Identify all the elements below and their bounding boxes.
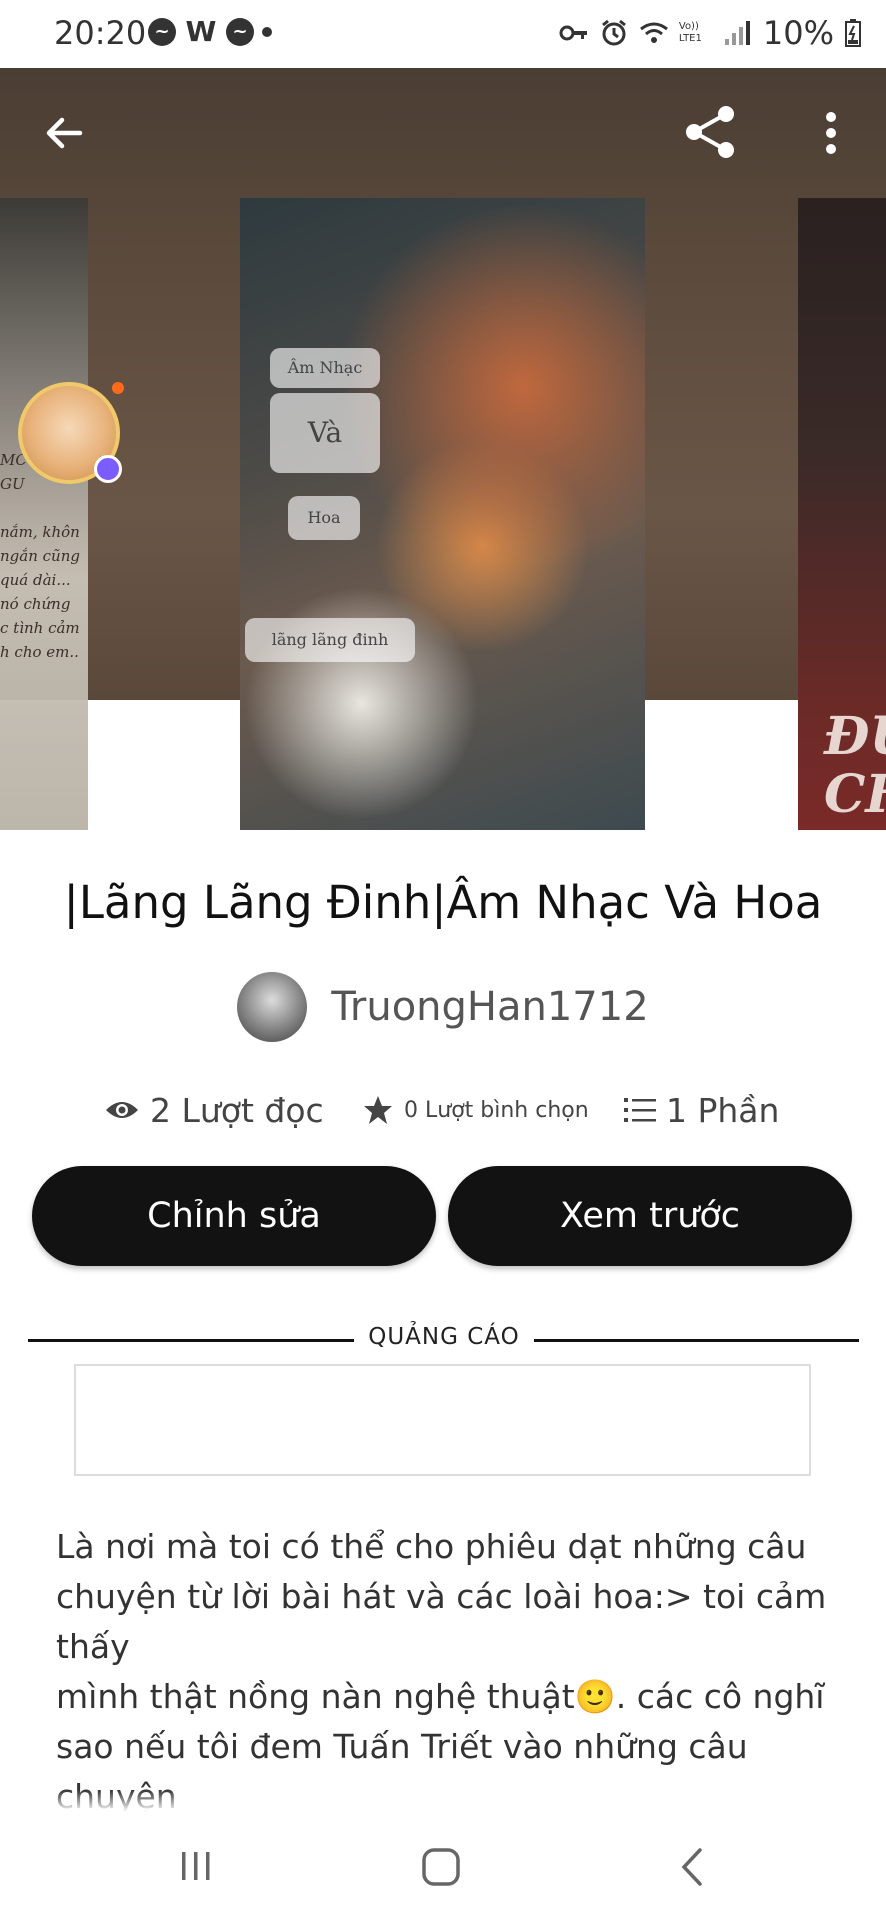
lte-label: Vo)) LTE1 [678, 21, 702, 44]
votes-count: 0 Lượt bình chọn [404, 1097, 589, 1123]
more-notifications-dot [262, 27, 272, 37]
parts-count: 1 Phần [666, 1090, 780, 1130]
reads-count: 2 Lượt đọc [150, 1090, 324, 1130]
next-story-cover[interactable]: ĐU CH [798, 198, 886, 830]
story-description: Là nơi mà toi có thể cho phiêu dạt những… [56, 1527, 827, 1812]
ad-divider-left [28, 1339, 354, 1342]
back-arrow-icon[interactable] [40, 108, 90, 158]
home-icon[interactable] [420, 1846, 462, 1888]
prev-story-cover[interactable]: MC GU nắm, khôn ngắn cũng quá dài... nó … [0, 198, 88, 830]
story-stats: 2 Lượt đọc 0 Lượt bình chọn 1 Phần [104, 1082, 804, 1138]
messenger-badge-icon [94, 455, 122, 483]
parts-stat: 1 Phần [624, 1082, 779, 1138]
battery-charging-icon [845, 19, 861, 47]
cover-title-line1: Âm Nhạc [270, 348, 380, 388]
ad-slot[interactable] [74, 1364, 811, 1476]
messenger-icon: ~ [226, 18, 254, 46]
nav-back-icon[interactable] [676, 1846, 706, 1888]
cover-title-line2: Và [270, 393, 380, 473]
author-row[interactable]: TruongHan1712 [0, 972, 886, 1042]
eye-icon [106, 1102, 138, 1118]
star-icon [364, 1096, 392, 1124]
status-time: 20:20 [54, 14, 147, 52]
more-vertical-icon[interactable] [816, 108, 846, 158]
list-icon [624, 1098, 656, 1122]
ad-label: QUẢNG CÁO [368, 1324, 520, 1350]
notification-icons: ~ W ~ [148, 18, 272, 46]
reads-stat: 2 Lượt đọc [104, 1082, 324, 1138]
system-status: Vo)) LTE1 10% [559, 14, 862, 52]
author-name[interactable]: TruongHan1712 [331, 984, 648, 1030]
story-cover[interactable]: Âm Nhạc Và Hoa lãng lãng đinh [240, 198, 645, 830]
description-fade [0, 1790, 886, 1812]
status-bar: 20:20 ~ W ~ Vo)) LTE1 10% [0, 0, 886, 68]
wifi-icon [639, 22, 668, 43]
recent-apps-icon[interactable] [178, 1848, 214, 1884]
cover-author-line: lãng lãng đinh [245, 618, 415, 662]
story-title: |Lãng Lãng Đinh|Âm Nhạc Và Hoa [63, 876, 823, 929]
vpn-key-icon [559, 25, 587, 41]
votes-stat: 0 Lượt bình chọn [362, 1082, 589, 1138]
messenger-icon: ~ [148, 18, 176, 46]
edit-button[interactable]: Chỉnh sửa [32, 1166, 436, 1266]
next-cover-text: ĐU CH [824, 706, 886, 825]
preview-button[interactable]: Xem trước [448, 1166, 852, 1266]
ad-divider-right [534, 1339, 859, 1342]
share-icon[interactable] [680, 102, 740, 162]
lte-signal-icon [724, 21, 750, 45]
alarm-icon [601, 19, 626, 46]
author-avatar[interactable] [237, 972, 308, 1042]
battery-percent: 10% [762, 14, 834, 52]
story-details-screen: 20:20 ~ W ~ Vo)) LTE1 10% MC GU nắm, khô… [0, 0, 886, 1920]
chat-head-unread-dot [112, 382, 124, 394]
cover-title-line3: Hoa [288, 496, 360, 540]
wattpad-icon: W [185, 15, 217, 48]
